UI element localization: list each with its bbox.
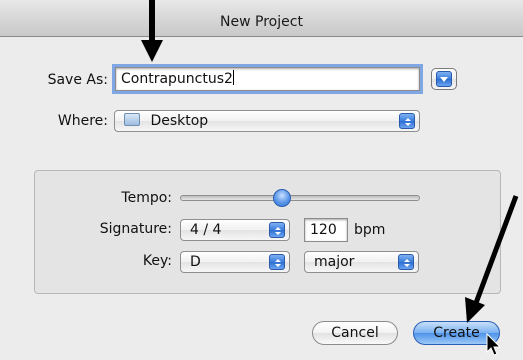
bpm-unit-label: bpm (354, 222, 386, 238)
window-titlebar: New Project (0, 0, 523, 37)
bpm-value: 120 (310, 222, 337, 238)
where-popup[interactable]: Desktop (114, 110, 420, 132)
where-label: Where: (57, 113, 108, 129)
key-mode-popup[interactable]: major (304, 251, 419, 273)
where-value: Desktop (150, 113, 209, 129)
key-note-popup[interactable]: D (180, 251, 290, 273)
disclosure-triangle-icon (436, 71, 452, 87)
text-cursor (232, 70, 234, 85)
create-button[interactable]: Create (413, 321, 500, 345)
save-as-field[interactable]: Contrapunctus2 (112, 64, 423, 94)
signature-popup[interactable]: 4 / 4 (180, 219, 290, 241)
signature-value: 4 / 4 (190, 222, 222, 238)
signature-label: Signature: (99, 221, 172, 237)
window-title: New Project (220, 14, 303, 30)
key-mode-value: major (314, 254, 355, 270)
popup-arrows-icon (269, 222, 285, 238)
folder-icon (124, 113, 140, 126)
popup-arrows-icon (398, 254, 414, 270)
tempo-slider-track[interactable] (180, 195, 420, 201)
bpm-field[interactable]: 120 (304, 218, 348, 242)
save-as-label: Save As: (47, 72, 108, 88)
tempo-label: Tempo: (121, 190, 172, 206)
popup-arrows-icon (269, 254, 285, 270)
save-as-value: Contrapunctus2 (121, 71, 233, 87)
key-note-value: D (190, 254, 201, 270)
popup-arrows-icon (399, 113, 415, 129)
cancel-button[interactable]: Cancel (312, 321, 398, 345)
key-label: Key: (142, 253, 172, 269)
expand-browser-button[interactable] (431, 68, 457, 90)
